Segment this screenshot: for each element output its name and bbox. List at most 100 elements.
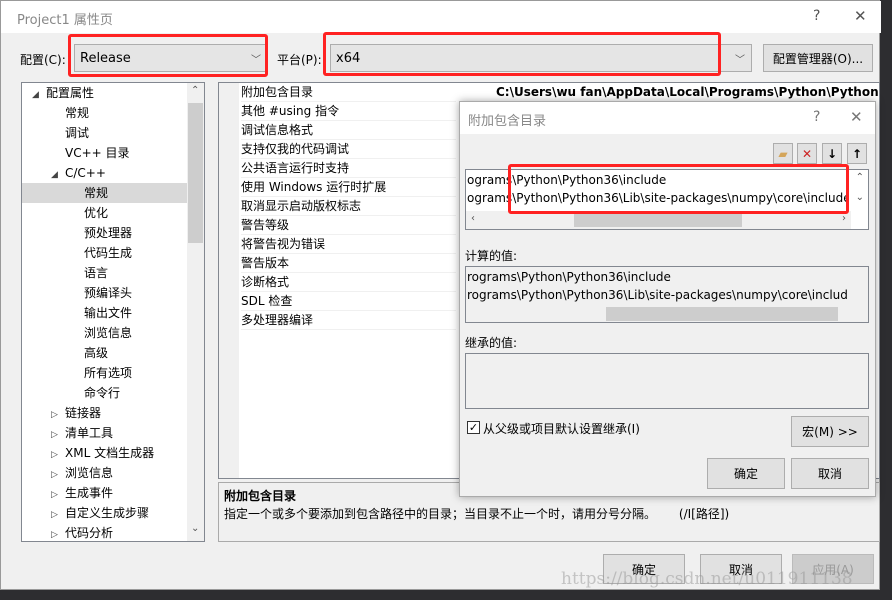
help-button[interactable]: ?	[813, 8, 820, 24]
tree-item[interactable]: 浏览信息	[22, 323, 187, 343]
tree-item-label: 常规	[65, 106, 90, 120]
tree-item[interactable]: 调试	[22, 123, 187, 143]
tree-item-label: 配置属性	[46, 86, 95, 100]
include-dirs-dialog: 附加包含目录 ? ✕ ▰ ✕ ↓ ↑ ograms\Python\Python3…	[459, 101, 876, 497]
tree-item[interactable]: 代码生成	[22, 243, 187, 263]
tree-item[interactable]: 常规	[22, 183, 187, 203]
move-down-icon[interactable]: ↓	[822, 143, 842, 164]
description-text: 指定一个或多个要添加到包含路径中的目录；当目录不止一个时，请用分号分隔。 (/I…	[224, 507, 730, 521]
tree-item-label: VC++ 目录	[65, 146, 130, 160]
new-folder-icon[interactable]: ▰	[773, 143, 793, 164]
computed-label: 计算的值:	[465, 249, 518, 263]
tree-item-label: 输出文件	[84, 306, 133, 320]
help-button[interactable]: ?	[813, 109, 820, 125]
delete-icon[interactable]: ✕	[797, 143, 817, 164]
collapsed-arrow-icon[interactable]: ▷	[51, 485, 65, 505]
property-row[interactable]: 将警告视为错误	[241, 235, 456, 254]
computed-entry: rograms\Python\Python36\Lib\site-package…	[467, 288, 847, 302]
chevron-down-icon: ﹀	[735, 54, 745, 66]
highlight-box	[508, 164, 849, 214]
property-row[interactable]: 诊断格式	[241, 273, 456, 292]
tree-item-label: 清单工具	[65, 426, 114, 440]
tree-item[interactable]: ▷ 代码分析	[22, 523, 187, 541]
tree-item[interactable]: 预编译头	[22, 283, 187, 303]
tree-view: ⌃ ⌄ ◢ 配置属性 常规 调试 VC++ 目录 ◢ C/C++ 常规 优化 预处理器 代码生成 语言…	[21, 82, 205, 542]
tree-item[interactable]: ▷ XML 文档生成器	[22, 443, 187, 463]
tree-item[interactable]: VC++ 目录	[22, 143, 187, 163]
dialog-ok-button[interactable]: 确定	[707, 458, 785, 489]
property-row[interactable]: 取消显示启动版权标志	[241, 197, 456, 216]
tree-item-label: 预处理器	[84, 226, 133, 240]
close-button[interactable]: ✕	[854, 7, 867, 25]
tree-item[interactable]: 语言	[22, 263, 187, 283]
property-row[interactable]: 其他 #using 指令	[241, 102, 456, 121]
tree-item[interactable]: 优化	[22, 203, 187, 223]
property-row[interactable]: 警告等级	[241, 216, 456, 235]
property-row[interactable]: 调试信息格式	[241, 121, 456, 140]
dialog-title: 附加包含目录	[468, 114, 547, 129]
tree-item-label: C/C++	[65, 166, 106, 180]
property-value[interactable]: C:\Users\wu fan\AppData\Local\Programs\P…	[496, 83, 878, 102]
tree-item[interactable]: ▷ 浏览信息	[22, 463, 187, 483]
config-manager-button[interactable]: 配置管理器(O)...	[763, 44, 873, 72]
inherited-values	[465, 353, 869, 409]
tree-item-label: XML 文档生成器	[65, 446, 155, 460]
tree-item[interactable]: 所有选项	[22, 363, 187, 383]
tree-item-label: 常规	[84, 186, 109, 200]
collapsed-arrow-icon[interactable]: ▷	[51, 505, 65, 525]
tree-item[interactable]: 预处理器	[22, 223, 187, 243]
move-up-icon[interactable]: ↑	[847, 143, 867, 164]
inherit-checkbox-label: 从父级或项目默认设置继承(I)	[483, 422, 640, 436]
collapsed-arrow-icon[interactable]: ▷	[51, 405, 65, 425]
close-button[interactable]: ✕	[850, 108, 863, 126]
tree-item[interactable]: ◢ 配置属性	[22, 83, 187, 103]
computed-values: rograms\Python\Python36\include rograms\…	[465, 266, 869, 323]
collapsed-arrow-icon[interactable]: ▷	[51, 465, 65, 485]
property-row[interactable]: 公共语言运行时支持	[241, 159, 456, 178]
tree-scrollbar[interactable]: ⌃ ⌄	[187, 83, 204, 541]
computed-entry: rograms\Python\Python36\include	[467, 270, 671, 284]
tree-item[interactable]: 常规	[22, 103, 187, 123]
dialog-title-bar: 附加包含目录 ? ✕	[460, 102, 875, 134]
property-row[interactable]: SDL 检查	[241, 292, 456, 311]
tree-item[interactable]: ▷ 生成事件	[22, 483, 187, 503]
title-bar: Project1 属性页 ? ✕	[1, 1, 881, 33]
platform-label: 平台(P):	[277, 53, 322, 67]
tree-item-label: 所有选项	[84, 366, 133, 380]
expanded-arrow-icon[interactable]: ◢	[51, 165, 65, 185]
tree-item-label: 命令行	[84, 386, 121, 400]
expanded-arrow-icon[interactable]: ◢	[32, 85, 46, 105]
property-row[interactable]: 使用 Windows 运行时扩展	[241, 178, 456, 197]
collapsed-arrow-icon[interactable]: ▷	[51, 445, 65, 465]
tree-item[interactable]: 输出文件	[22, 303, 187, 323]
tree-item-label: 语言	[84, 266, 109, 280]
tree-item-label: 代码分析	[65, 526, 114, 540]
tree-item[interactable]: 高级	[22, 343, 187, 363]
tree-item-label: 浏览信息	[65, 466, 114, 480]
tree-item-label: 链接器	[65, 406, 102, 420]
tree-item[interactable]: ◢ C/C++	[22, 163, 187, 183]
property-row[interactable]: 多处理器编译	[241, 311, 456, 330]
macro-button[interactable]: 宏(M) >>	[791, 416, 869, 447]
property-row[interactable]: 附加包含目录	[241, 83, 456, 102]
horizontal-scrollbar[interactable]	[606, 307, 838, 321]
inherited-label: 继承的值:	[465, 336, 518, 350]
description-title: 附加包含目录	[224, 489, 297, 503]
property-row[interactable]: 警告版本	[241, 254, 456, 273]
collapsed-arrow-icon[interactable]: ▷	[51, 425, 65, 445]
window-title: Project1 属性页	[17, 13, 113, 28]
property-row[interactable]: 支持仅我的代码调试	[241, 140, 456, 159]
tree-item-label: 浏览信息	[84, 326, 133, 340]
watermark: https://blog.csdn.net/u011911138	[561, 569, 853, 589]
dialog-cancel-button[interactable]: 取消	[791, 458, 869, 489]
tree-item-label: 高级	[84, 346, 109, 360]
tree-item[interactable]: 命令行	[22, 383, 187, 403]
highlight-box	[323, 32, 721, 76]
tree-item[interactable]: ▷ 链接器	[22, 403, 187, 423]
collapsed-arrow-icon[interactable]: ▷	[51, 525, 65, 541]
tree-item-label: 预编译头	[84, 286, 133, 300]
tree-item[interactable]: ▷ 自定义生成步骤	[22, 503, 187, 523]
inherit-checkbox[interactable]: ✓	[467, 421, 480, 434]
config-label: 配置(C):	[20, 53, 66, 67]
tree-item[interactable]: ▷ 清单工具	[22, 423, 187, 443]
